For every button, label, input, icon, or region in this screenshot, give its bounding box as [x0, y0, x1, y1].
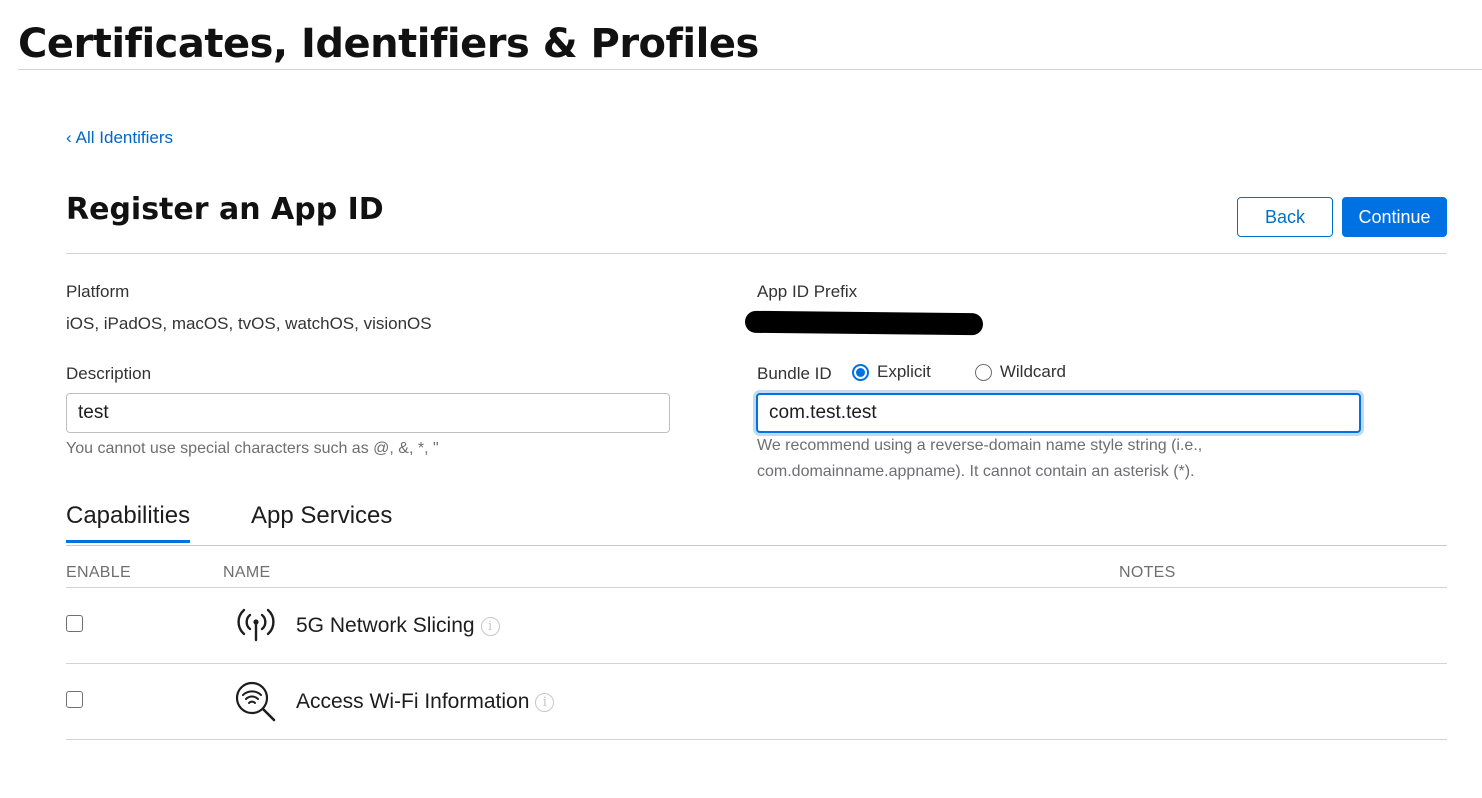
explicit-label: Explicit — [877, 362, 931, 381]
description-label: Description — [66, 364, 152, 383]
capabilities-table: ENABLE NAME NOTES 5G Network Slicing i A… — [66, 546, 1447, 740]
capability-name-text: 5G Network Slicing — [296, 614, 475, 637]
tab-capabilities[interactable]: Capabilities — [66, 502, 191, 543]
chevron-left-icon: ‹ — [66, 128, 72, 147]
info-icon[interactable]: i — [535, 692, 555, 712]
page-header: Certificates, Identifiers & Profiles — [18, 18, 1482, 70]
form-title: Register an App ID — [66, 192, 384, 227]
page-title: Certificates, Identifiers & Profiles — [18, 21, 759, 67]
enable-access-wifi-information-checkbox[interactable] — [66, 691, 83, 708]
app-id-prefix-redaction — [744, 310, 984, 336]
antenna-signal-icon — [237, 608, 275, 642]
platform-label: Platform — [66, 282, 130, 301]
bundle-id-explicit-radio[interactable]: Explicit — [852, 362, 931, 382]
form-title-row: Register an App ID Back Continue — [66, 148, 1447, 254]
radio-selected-icon — [852, 363, 869, 381]
bundle-id-wildcard-radio[interactable]: Wildcard — [974, 362, 1066, 382]
app-id-prefix-label: App ID Prefix — [757, 282, 858, 301]
bundle-id-hint-line1: We recommend using a reverse-domain name… — [757, 437, 1203, 454]
capability-name: 5G Network Slicing i — [296, 614, 500, 638]
capability-name: Access Wi-Fi Information i — [296, 690, 555, 714]
description-input[interactable] — [66, 393, 670, 433]
app-id-form: Platform iOS, iPadOS, macOS, tvOS, watch… — [66, 254, 1447, 494]
continue-button[interactable]: Continue — [1342, 197, 1447, 237]
name-column-header: NAME — [223, 564, 271, 581]
info-icon[interactable]: i — [480, 616, 500, 636]
back-button[interactable]: Back — [1237, 197, 1333, 237]
platform-value: iOS, iPadOS, macOS, tvOS, watchOS, visio… — [66, 314, 432, 333]
all-identifiers-link[interactable]: ‹ All Identifiers — [66, 128, 173, 148]
all-identifiers-label: All Identifiers — [75, 128, 173, 147]
register-app-id-panel: ‹ All Identifiers Register an App ID Bac… — [66, 128, 1447, 740]
table-row: Access Wi-Fi Information i — [66, 664, 1447, 740]
radio-unselected-icon — [974, 363, 992, 381]
bundle-id-input[interactable] — [756, 393, 1361, 433]
notes-column-header: NOTES — [1119, 564, 1176, 581]
description-hint: You cannot use special characters such a… — [66, 440, 439, 457]
bundle-id-type-group: Explicit Wildcard — [852, 362, 1066, 382]
table-row: 5G Network Slicing i — [66, 588, 1447, 664]
bundle-id-hint-line2: com.domainname.appname). It cannot conta… — [757, 463, 1195, 480]
wildcard-label: Wildcard — [999, 362, 1066, 381]
tab-bar: Capabilities App Services — [66, 494, 1447, 546]
enable-column-header: ENABLE — [66, 564, 131, 581]
wifi-search-icon — [235, 681, 276, 722]
tab-app-services[interactable]: App Services — [251, 502, 392, 540]
enable-5g-network-slicing-checkbox[interactable] — [66, 615, 83, 632]
table-header: ENABLE NAME NOTES — [66, 546, 1447, 588]
capability-name-text: Access Wi-Fi Information — [296, 690, 530, 713]
bundle-id-label: Bundle ID — [757, 364, 832, 383]
